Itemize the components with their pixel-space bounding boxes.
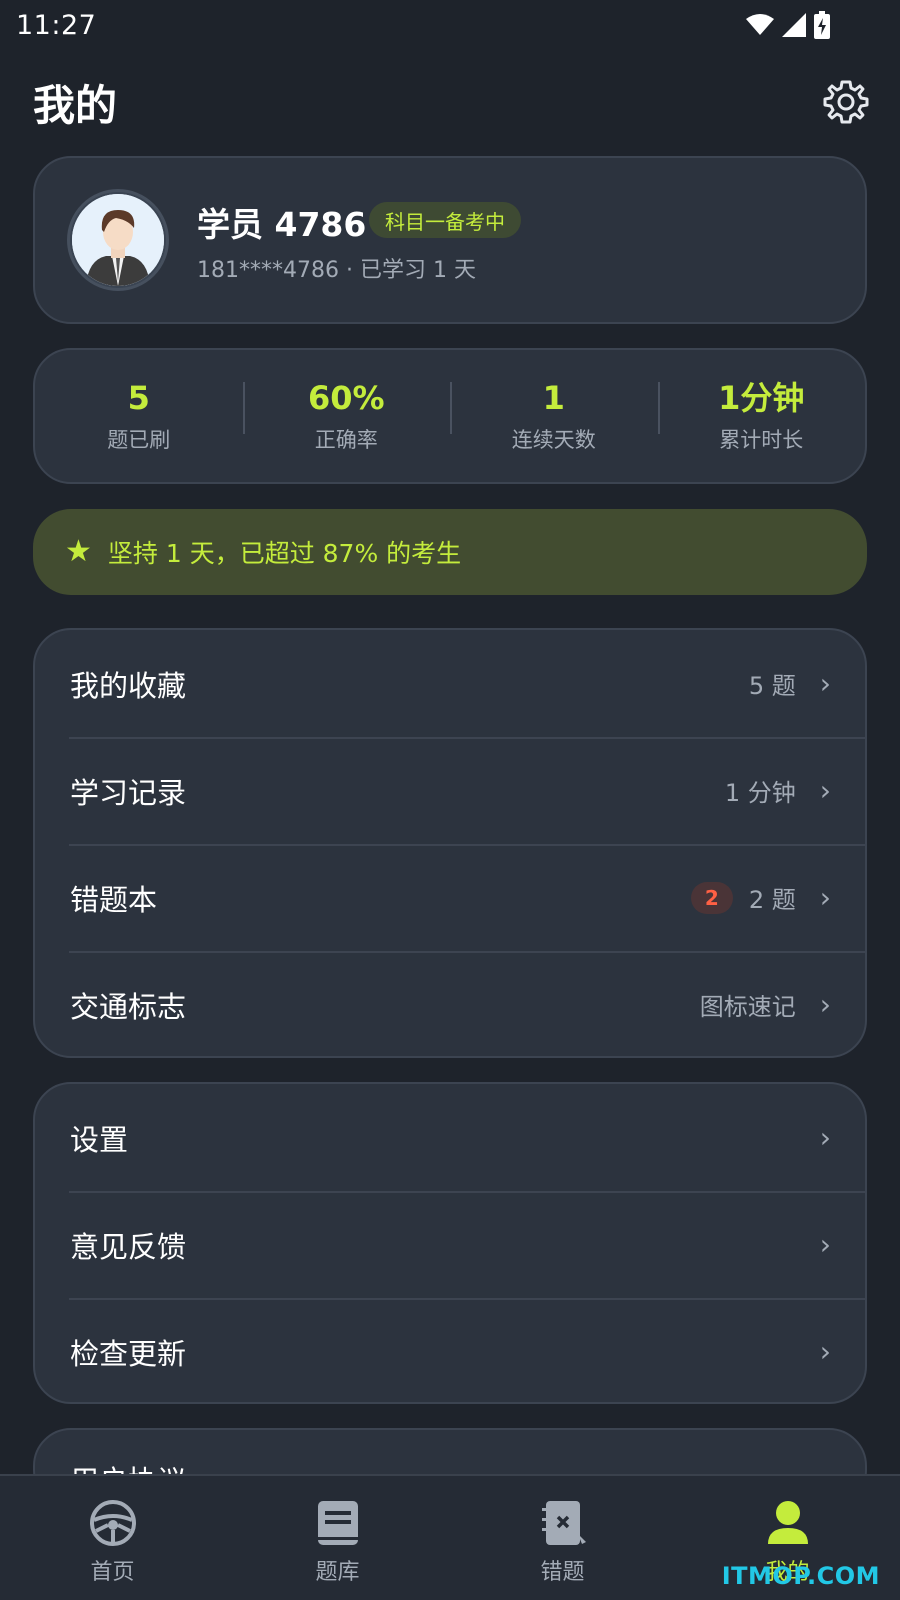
menu-group-study: 我的收藏 5 题 › 学习记录 1 分钟 › 错题本 2 2 题 › 交通标志 … xyxy=(33,628,867,1058)
avatar[interactable] xyxy=(67,189,169,291)
menu-item-label: 学习记录 xyxy=(70,775,187,810)
menu-item-right: 图标速记 › xyxy=(700,987,831,1022)
menu-item-wrong-book[interactable]: 错题本 2 2 题 › xyxy=(35,844,865,951)
menu-item-feedback[interactable]: 意见反馈 › xyxy=(35,1191,865,1298)
profile-name: 学员 4786 xyxy=(197,205,367,244)
book-icon xyxy=(317,1501,358,1545)
signal-icon xyxy=(782,13,806,37)
chevron-right-icon: › xyxy=(819,667,831,700)
menu-item-right: 5 题 › xyxy=(749,666,831,701)
tab-question-bank[interactable]: 题库 xyxy=(225,1476,450,1600)
menu-item-settings[interactable]: 设置 › xyxy=(35,1084,865,1191)
menu-item-label: 检查更新 xyxy=(70,1336,187,1371)
menu-item-study-history[interactable]: 学习记录 1 分钟 › xyxy=(35,737,865,844)
profile-card[interactable]: 学员 4786 科目一备考中 181****4786 · 已学习 1 天 xyxy=(33,156,867,324)
menu-item-label: 交通标志 xyxy=(70,989,187,1024)
menu-item-check-update[interactable]: 检查更新 › xyxy=(35,1298,865,1405)
profile-status-badge: 科目一备考中 xyxy=(369,202,521,238)
status-bar: 11:27 xyxy=(0,0,900,50)
chevron-right-icon: › xyxy=(819,1121,831,1154)
stat-streak-days: 1 连续天数 xyxy=(450,378,658,454)
steering-wheel-icon xyxy=(89,1500,136,1546)
stat-value: 1 xyxy=(542,379,565,417)
stat-accuracy: 60% 正确率 xyxy=(242,378,451,454)
tab-wrong-questions[interactable]: 错题 xyxy=(450,1476,675,1600)
menu-item-value: 2 题 xyxy=(748,886,796,914)
page-title: 我的 xyxy=(33,80,118,130)
tab-home[interactable]: 首页 xyxy=(0,1476,225,1600)
chevron-right-icon: › xyxy=(819,774,831,807)
achievement-banner: ★ 坚持 1 天，已超过 87% 的考生 xyxy=(33,509,867,595)
menu-item-right: 1 分钟 › xyxy=(725,773,831,808)
menu-item-label: 错题本 xyxy=(70,882,158,917)
stat-label: 正确率 xyxy=(314,428,378,452)
stat-value: 1分钟 xyxy=(718,379,805,417)
stat-label: 累计时长 xyxy=(719,428,804,452)
stat-value: 5 xyxy=(127,379,150,417)
stat-total-time: 1分钟 累计时长 xyxy=(657,378,866,454)
menu-item-value: 5 题 xyxy=(748,672,796,700)
stat-questions-done: 5 题已刷 xyxy=(35,378,243,454)
stats-card: 5 题已刷 60% 正确率 1 连续天数 1分钟 累计时长 xyxy=(33,348,867,484)
menu-item-right: 2 2 题 › xyxy=(690,880,831,915)
chevron-right-icon: › xyxy=(819,1228,831,1261)
user-icon xyxy=(767,1501,808,1544)
chevron-right-icon: › xyxy=(819,1335,831,1368)
tab-label: 题库 xyxy=(315,1560,360,1585)
star-icon: ★ xyxy=(65,534,92,569)
page-header: 我的 xyxy=(0,70,900,134)
tab-label: 首页 xyxy=(90,1560,135,1585)
chevron-right-icon: › xyxy=(819,881,831,914)
menu-item-value: 1 分钟 xyxy=(724,779,796,807)
bottom-tab-bar: 首页 题库 错题 我的 ITMOP.COM xyxy=(0,1474,900,1600)
avatar-image xyxy=(72,194,164,286)
menu-item-value: 图标速记 xyxy=(699,993,796,1021)
watermark: ITMOP.COM xyxy=(721,1562,880,1590)
settings-button[interactable] xyxy=(822,78,870,126)
wrong-notebook-icon xyxy=(541,1501,586,1545)
menu-item-label: 意见反馈 xyxy=(70,1229,187,1264)
menu-item-traffic-signs[interactable]: 交通标志 图标速记 › xyxy=(35,951,865,1058)
menu-item-label: 我的收藏 xyxy=(70,668,187,703)
battery-icon xyxy=(814,11,830,39)
banner-text: 坚持 1 天，已超过 87% 的考生 xyxy=(107,539,462,568)
wifi-icon xyxy=(746,14,774,35)
stat-label: 题已刷 xyxy=(107,428,171,452)
stat-label: 连续天数 xyxy=(511,428,596,452)
menu-item-favorites[interactable]: 我的收藏 5 题 › xyxy=(35,630,865,737)
tab-label: 错题 xyxy=(540,1560,585,1585)
menu-item-label: 设置 xyxy=(70,1122,129,1157)
menu-group-app: 设置 › 意见反馈 › 检查更新 › xyxy=(33,1082,867,1404)
profile-subtitle: 181****4786 · 已学习 1 天 xyxy=(197,258,476,283)
status-icons xyxy=(746,11,830,39)
chevron-right-icon: › xyxy=(819,988,831,1021)
gear-icon xyxy=(823,80,869,124)
status-time: 11:27 xyxy=(16,9,97,41)
count-badge: 2 xyxy=(690,881,733,914)
stat-value: 60% xyxy=(307,379,385,417)
